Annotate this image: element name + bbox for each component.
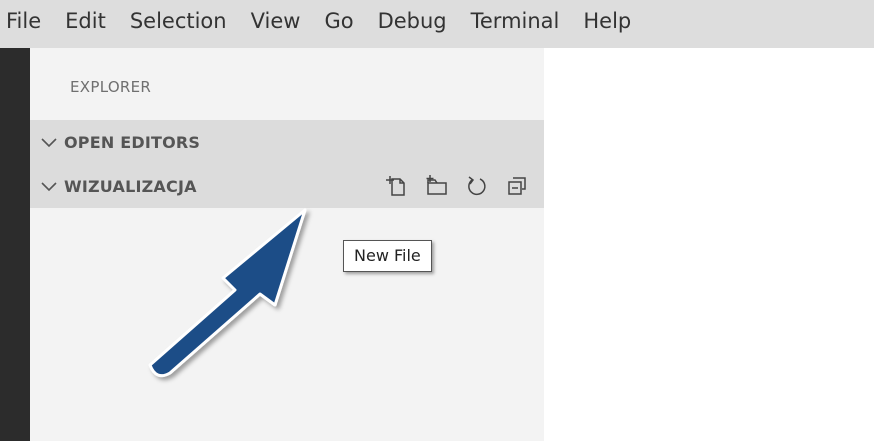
- activity-bar: [0, 48, 30, 441]
- refresh-icon[interactable]: [464, 173, 490, 199]
- explorer-title: EXPLORER: [70, 78, 152, 96]
- open-editors-section[interactable]: OPEN EDITORS: [30, 120, 544, 164]
- new-file-tooltip: New File: [343, 240, 432, 272]
- annotation-arrow-icon: [148, 208, 307, 378]
- chevron-down-icon: [38, 175, 60, 197]
- menu-go[interactable]: Go: [312, 0, 365, 48]
- menu-bar: File Edit Selection View Go Debug Termin…: [0, 0, 874, 48]
- folder-actions: [384, 164, 544, 208]
- menu-help[interactable]: Help: [571, 0, 643, 48]
- editor-area: [544, 48, 874, 441]
- chevron-down-icon: [38, 131, 60, 153]
- menu-edit[interactable]: Edit: [53, 0, 118, 48]
- new-folder-icon[interactable]: [424, 173, 450, 199]
- open-editors-label: OPEN EDITORS: [64, 132, 201, 152]
- folder-label: WIZUALIZACJA: [64, 176, 197, 196]
- new-file-icon[interactable]: [384, 173, 410, 199]
- collapse-all-icon[interactable]: [504, 173, 530, 199]
- menu-terminal[interactable]: Terminal: [459, 0, 572, 48]
- menu-view[interactable]: View: [239, 0, 313, 48]
- menu-debug[interactable]: Debug: [366, 0, 459, 48]
- menu-selection[interactable]: Selection: [118, 0, 239, 48]
- menu-file[interactable]: File: [4, 0, 53, 48]
